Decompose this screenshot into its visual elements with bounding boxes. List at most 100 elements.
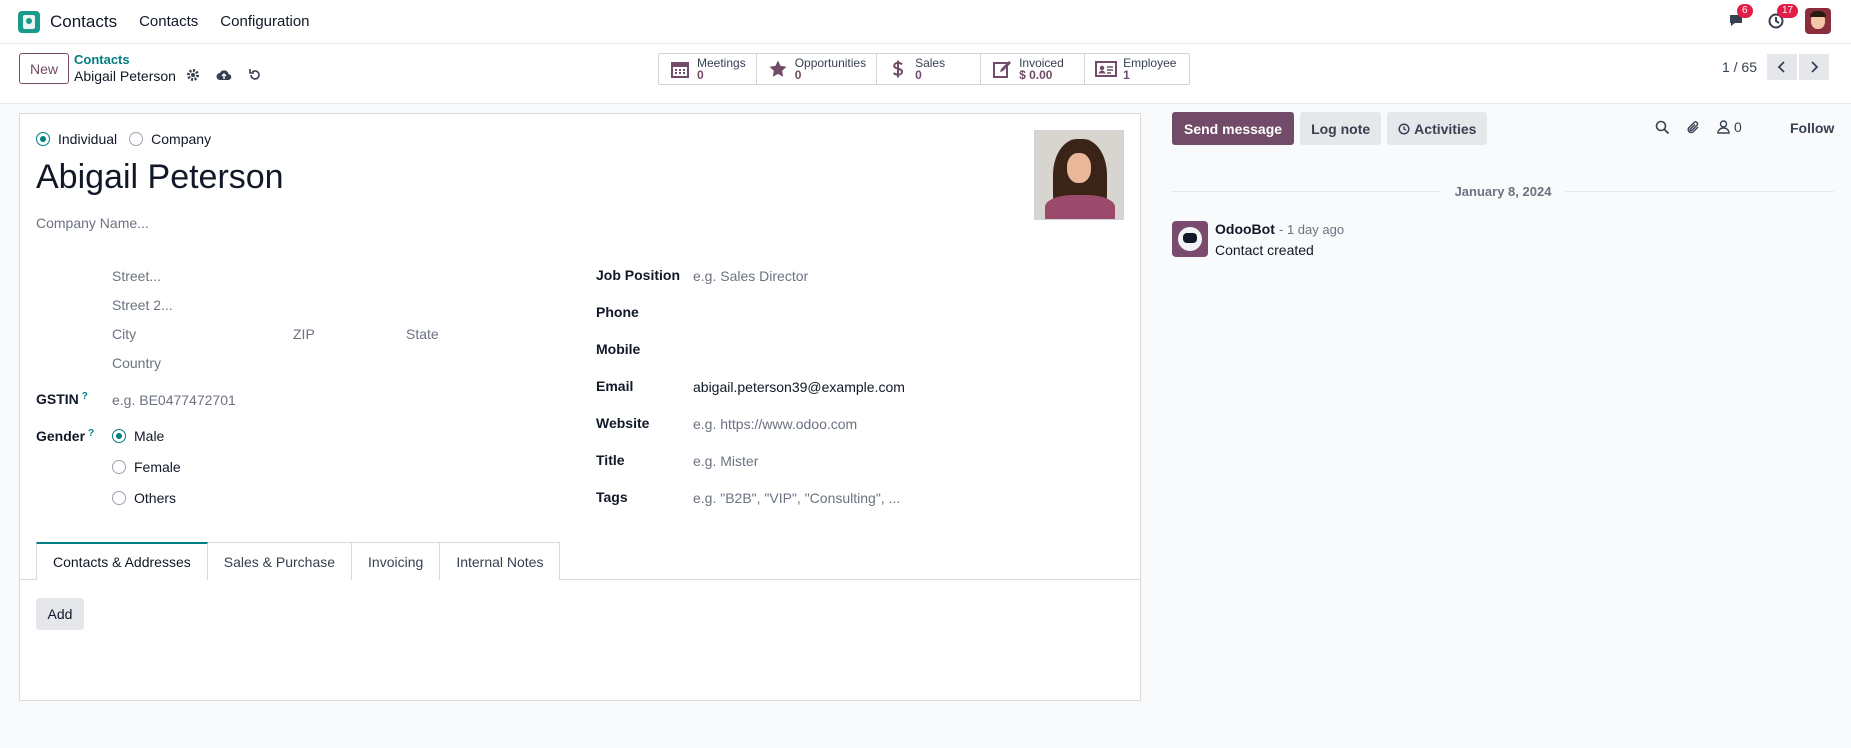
- menu-configuration[interactable]: Configuration: [220, 13, 309, 30]
- log-note-button[interactable]: Log note: [1300, 112, 1382, 145]
- app-name[interactable]: Contacts: [50, 12, 117, 32]
- gender-option-male[interactable]: Male: [112, 428, 164, 444]
- smart-button-sales[interactable]: Sales 0: [877, 54, 982, 84]
- menu-contacts[interactable]: Contacts: [139, 13, 198, 30]
- smart-button-meetings[interactable]: Meetings 0: [659, 54, 757, 84]
- contact-photo[interactable]: [1034, 130, 1124, 220]
- add-contact-button[interactable]: Add: [36, 598, 84, 630]
- radio-female[interactable]: [112, 460, 126, 474]
- activities-button[interactable]: 17: [1765, 4, 1799, 32]
- calendar-icon: [669, 58, 691, 80]
- follow-button[interactable]: Follow: [1790, 120, 1834, 136]
- zip-input[interactable]: ZIP: [293, 326, 315, 342]
- notebook-tabs: Contacts & Addresses Sales & Purchase In…: [36, 542, 561, 580]
- dollar-icon: [887, 58, 909, 80]
- message-time: - 1 day ago: [1279, 222, 1345, 237]
- website-input[interactable]: e.g. https://www.odoo.com: [693, 416, 857, 432]
- chevron-left-icon: [1777, 61, 1785, 73]
- search-icon[interactable]: [1655, 120, 1670, 135]
- email-input[interactable]: abigail.peterson39@example.com: [693, 379, 905, 395]
- activities-button-chatter[interactable]: Activities: [1387, 112, 1488, 145]
- messages-button[interactable]: 6: [1725, 4, 1753, 32]
- meetings-label: Meetings: [697, 56, 746, 70]
- radio-others[interactable]: [112, 491, 126, 505]
- job-position-input[interactable]: e.g. Sales Director: [693, 268, 808, 284]
- message-body: Contact created: [1215, 242, 1314, 258]
- record-actions: [186, 68, 262, 82]
- contacts-app-icon[interactable]: [18, 10, 40, 33]
- star-icon: [767, 58, 789, 80]
- followers-button[interactable]: 0: [1717, 119, 1742, 135]
- male-label: Male: [134, 428, 165, 444]
- gstin-help[interactable]: ?: [82, 391, 88, 402]
- date-label: January 8, 2024: [1454, 184, 1552, 199]
- company-label[interactable]: Company: [151, 131, 211, 147]
- opportunities-label: Opportunities: [794, 56, 867, 70]
- top-navbar: Contacts Contacts Configuration 6 17: [0, 0, 1851, 44]
- cloud-upload-icon[interactable]: [216, 68, 232, 82]
- smart-button-opportunities[interactable]: Opportunities 0: [757, 54, 878, 84]
- tab-sales-purchase[interactable]: Sales & Purchase: [207, 542, 353, 580]
- title-label: Title: [596, 452, 625, 468]
- mobile-label: Mobile: [596, 341, 641, 357]
- website-label: Website: [596, 415, 650, 431]
- navbar-systray: 6 17: [1725, 4, 1831, 34]
- country-input[interactable]: Country: [112, 355, 161, 371]
- employee-value: 1: [1123, 68, 1130, 82]
- pager-value[interactable]: 1 / 65: [1722, 59, 1757, 75]
- gear-icon[interactable]: [186, 68, 200, 82]
- others-label: Others: [134, 490, 177, 506]
- gender-option-others[interactable]: Others: [112, 490, 176, 506]
- radio-company[interactable]: [129, 132, 144, 146]
- messages-badge: 6: [1737, 4, 1753, 18]
- odoobot-avatar[interactable]: [1172, 221, 1208, 257]
- street-input[interactable]: Street...: [112, 268, 161, 284]
- individual-label[interactable]: Individual: [58, 131, 117, 147]
- gender-option-female[interactable]: Female: [112, 459, 181, 475]
- tab-contacts-addresses[interactable]: Contacts & Addresses: [36, 542, 208, 580]
- id-card-icon: [1095, 58, 1118, 80]
- chevron-right-icon: [1811, 61, 1819, 73]
- female-label: Female: [134, 459, 181, 475]
- breadcrumb-parent[interactable]: Contacts: [74, 53, 176, 67]
- send-message-button[interactable]: Send message: [1172, 112, 1295, 145]
- pager-previous-button[interactable]: [1767, 54, 1797, 80]
- tab-internal-notes[interactable]: Internal Notes: [440, 542, 561, 580]
- phone-label: Phone: [596, 304, 639, 320]
- opportunities-value: 0: [794, 68, 802, 82]
- edit-icon: [991, 58, 1013, 80]
- smart-buttons: Meetings 0 Opportunities 0 Sales 0 Invoiced…: [658, 53, 1191, 85]
- chatter-tools: 0: [1655, 119, 1742, 135]
- gender-label: Gender?: [36, 428, 95, 444]
- email-label: Email: [596, 378, 634, 394]
- followers-count: 0: [1734, 119, 1742, 135]
- user-icon: [1717, 120, 1730, 134]
- gender-help[interactable]: ?: [88, 428, 94, 439]
- tags-input[interactable]: e.g. "B2B", "VIP", "Consulting", ...: [693, 490, 900, 506]
- user-avatar[interactable]: [1805, 8, 1831, 34]
- paperclip-icon[interactable]: [1686, 120, 1701, 135]
- new-button[interactable]: New: [19, 53, 70, 84]
- tab-invoicing[interactable]: Invoicing: [352, 542, 441, 580]
- smart-button-employee[interactable]: Employee 1: [1085, 54, 1189, 84]
- pager-next-button[interactable]: [1799, 54, 1829, 80]
- date-separator: January 8, 2024: [1172, 184, 1835, 199]
- activities-badge: 17: [1777, 4, 1799, 18]
- activities-label: Activities: [1414, 120, 1477, 137]
- form-sheet: Individual Company Abigail Peterson Comp…: [19, 113, 1141, 701]
- city-input[interactable]: City: [112, 326, 136, 342]
- street2-input[interactable]: Street 2...: [112, 297, 173, 313]
- sales-value: 0: [915, 68, 922, 82]
- smart-button-invoiced[interactable]: Invoiced $ 0.00: [981, 54, 1086, 84]
- invoiced-value: $ 0.00: [1019, 68, 1053, 82]
- title-input[interactable]: e.g. Mister: [693, 453, 758, 469]
- radio-male[interactable]: [112, 429, 126, 443]
- tags-label: Tags: [596, 489, 628, 505]
- contact-name-field[interactable]: Abigail Peterson: [36, 158, 284, 197]
- state-input[interactable]: State: [406, 326, 439, 342]
- company-name-input[interactable]: Company Name...: [36, 215, 149, 231]
- gstin-input[interactable]: e.g. BE0477472701: [112, 392, 236, 408]
- discard-icon[interactable]: [248, 68, 262, 82]
- radio-individual[interactable]: [36, 132, 50, 146]
- message-author[interactable]: OdooBot: [1215, 221, 1275, 237]
